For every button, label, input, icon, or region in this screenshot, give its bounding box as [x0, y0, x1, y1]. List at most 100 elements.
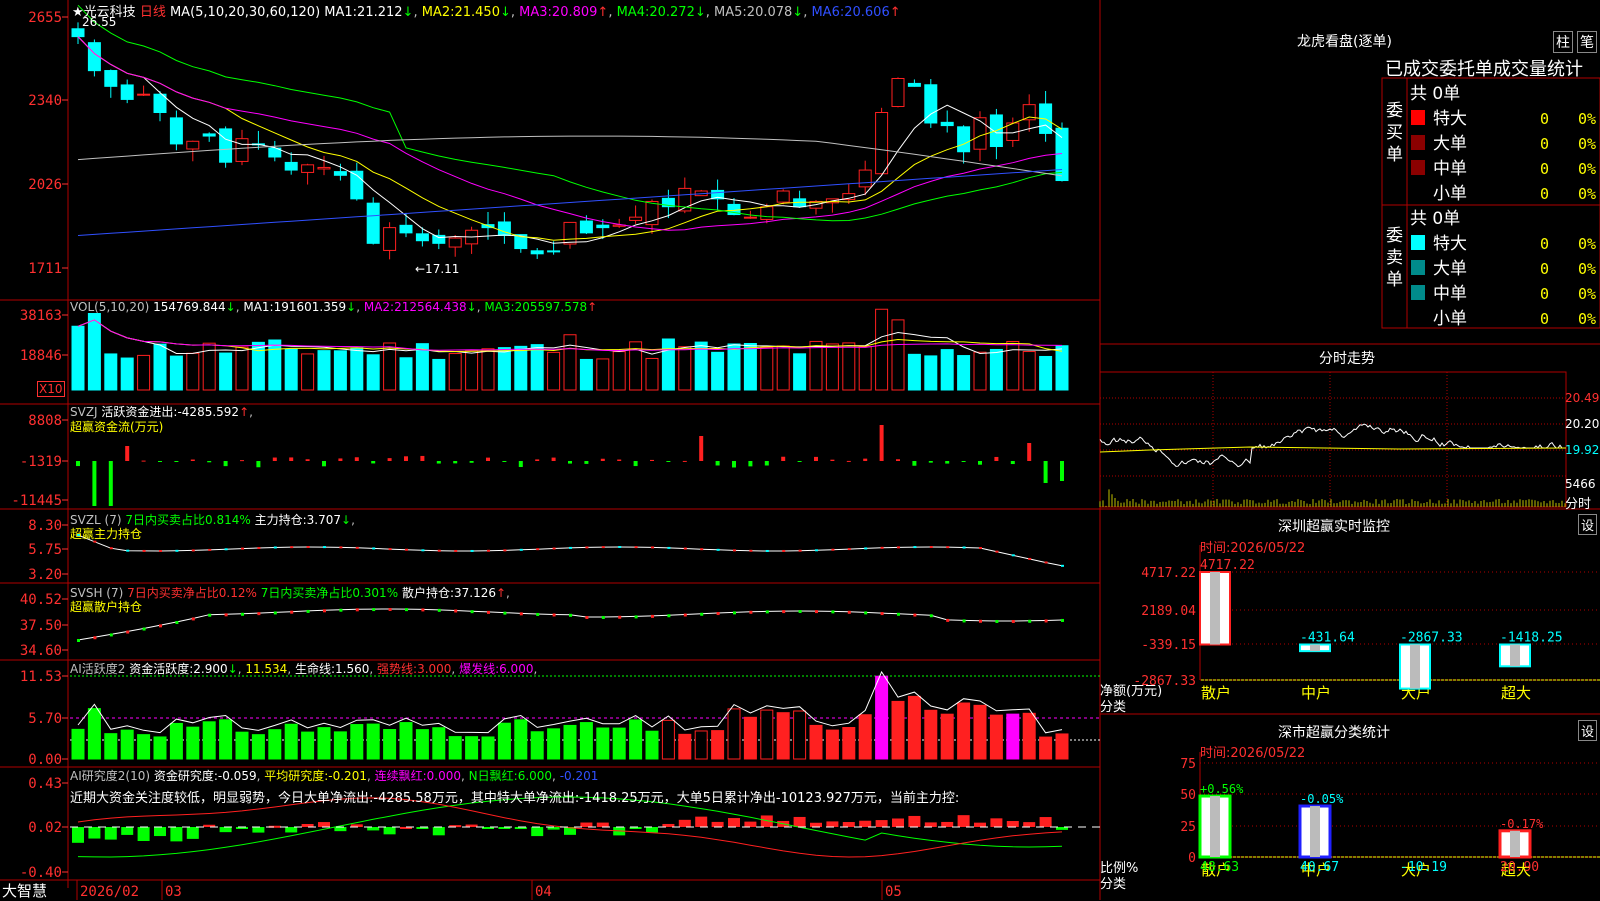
fenshi-price-low: 19.92: [1565, 443, 1600, 457]
sz-class-time-value: 2026/05/22: [1230, 746, 1306, 761]
ma1-label: MA1:: [324, 5, 358, 20]
fenshi-vol-label: 分时: [1565, 497, 1592, 512]
fenshi-price-mid: 20.20: [1565, 417, 1600, 431]
ma2-arrow: ↓: [499, 5, 511, 20]
fenshi-vol: 5466: [1565, 477, 1596, 491]
svzj-label: 活跃资金进出:: [101, 405, 178, 419]
ma2-label: MA2:: [421, 5, 455, 20]
vol-header: VOL(5,10,20) 154769.844↓, MA1:191601.359…: [70, 300, 598, 314]
svsh-t2: 7日内买卖净占比0.301%: [260, 586, 399, 600]
ma5-value: 20.078: [746, 5, 793, 20]
sz-class-time-label: 时间:: [1200, 746, 1231, 761]
fenshi-price-high: 20.49: [1565, 391, 1600, 405]
svzj-title: SVZJ: [70, 405, 98, 419]
vol-ma3-value: 205597.578: [514, 300, 588, 314]
ma4-value: 20.272: [649, 5, 695, 20]
vol-ma2-arrow: ↓: [466, 300, 477, 314]
ma1-arrow: ↓: [402, 5, 414, 20]
vol-ma3-arrow: ↑: [587, 300, 598, 314]
ai1-v4: 3.000: [417, 662, 452, 676]
ma3-arrow: ↑: [597, 5, 609, 20]
lhb-buy-title: 委买单: [1386, 101, 1403, 165]
svzl-arrow: ↓: [341, 513, 352, 527]
sz-monitor-settings[interactable]: 设: [1578, 514, 1598, 535]
lhb-tab-tick[interactable]: 笔: [1577, 31, 1597, 53]
ai1-a1: ↓: [227, 662, 238, 676]
ai1-v5: 6.000: [499, 662, 534, 676]
svzl-v2: 3.707: [306, 513, 342, 527]
ai2-t4: N日飘红:: [468, 769, 518, 783]
ma5-label: MA5:: [714, 5, 747, 20]
ai2-v2: -0.201: [328, 769, 367, 783]
ma6-arrow: ↑: [889, 5, 901, 20]
ai2-v3: 0.000: [426, 769, 462, 783]
ai2-title: AI研究度2(10): [70, 769, 151, 783]
vol-title: VOL(5,10,20): [70, 300, 150, 314]
lhb-tab-bar[interactable]: 柱: [1553, 31, 1573, 53]
ai2-v1: -0.059: [217, 769, 257, 783]
vol-unit: X10: [37, 381, 65, 397]
high-note: 26.55: [82, 15, 117, 29]
vol-ma1-label: MA1:: [243, 300, 274, 314]
svzl-t1: 7日内买卖占比0.814%: [125, 513, 251, 527]
ma6-label: MA6:: [811, 5, 845, 20]
ai1-t1: 资金活跃度:: [129, 662, 194, 676]
ai1-t5: 爆发线:: [459, 662, 500, 676]
vol-value: 154769.844: [153, 300, 226, 314]
ma4-label: MA4:: [616, 5, 650, 20]
svzj-value: -4285.592: [177, 405, 240, 419]
vol-ma3-label: MA3:: [484, 300, 515, 314]
ma2-value: 21.450: [454, 5, 500, 20]
sz-monitor-title: 深圳超赢实时监控: [1278, 519, 1390, 535]
ai1-v2: 11.534: [245, 662, 288, 676]
vol-ma1-arrow: ↓: [346, 300, 357, 314]
vol-ma1-value: 191601.359: [273, 300, 347, 314]
ai2-analysis-text: 近期大资金关注度较低，明显弱势，今日大单净流出:-4285.58万元，其中特大单…: [70, 791, 960, 806]
svzl-sub: 超赢主力持仓: [70, 527, 143, 541]
svsh-sub: 超赢散户持仓: [70, 600, 143, 614]
ma3-label: MA3:: [519, 5, 552, 20]
ai1-v3: 1.560: [335, 662, 370, 676]
sz-class-time: 时间:2026/05/22: [1200, 742, 1305, 761]
ai1-title: AI活跃度2: [70, 662, 126, 676]
ai1-t3: 生命线:: [294, 662, 336, 676]
price-header: ★光云科技 日线 MA(5,10,20,30,60,120) MA1:21.21…: [72, 5, 901, 20]
brand-label: 大智慧: [2, 882, 48, 900]
sz-monitor-time-value: 2026/05/22: [1230, 541, 1306, 556]
ai2-v5: -0.201: [559, 769, 599, 783]
vol-ma2-label: MA2:: [363, 300, 395, 314]
ma3-value: 20.809: [551, 5, 598, 20]
vol-ma2-value: 212564.438: [394, 300, 467, 314]
ma6-value: 20.606: [844, 5, 890, 20]
lhb-header: 已成交委托单成交量统计: [1385, 59, 1583, 80]
fenshi-title: 分时走势: [1319, 351, 1375, 367]
ma1-value: 21.212: [357, 5, 403, 20]
ma4-arrow: ↓: [694, 5, 706, 20]
sz-class-title: 深市超赢分类统计: [1278, 725, 1390, 741]
sz-monitor-xunit: 分类: [1100, 700, 1127, 715]
ai1-header: AI活跃度2 资金活跃度:2.900↓, 11.534, 生命线:1.560, …: [70, 662, 538, 676]
sz-class-xunit: 分类: [1100, 877, 1127, 892]
sz-class-settings[interactable]: 设: [1578, 720, 1598, 741]
ai2-t2: 平均研究度:: [264, 769, 329, 783]
svzj-arrow: ↑: [239, 405, 250, 419]
svzj-sub: 超赢资金流(万元): [70, 420, 164, 434]
ma-header: MA(5,10,20,30,60,120): [169, 5, 321, 20]
ai1-v1: 2.900: [193, 662, 228, 676]
sz-monitor-time-label: 时间:: [1200, 541, 1231, 556]
svsh-v3: 37.126: [453, 586, 496, 600]
ma5-arrow: ↓: [792, 5, 804, 20]
lhb-sell-title: 委卖单: [1386, 226, 1403, 290]
svsh-t1: 7日内买卖净占比0.12%: [127, 586, 257, 600]
lhb-title: 龙虎看盘(逐单): [1297, 34, 1392, 50]
ai2-v4: 6.000: [517, 769, 553, 783]
text-overlay: ★光云科技 日线 MA(5,10,20,30,60,120) MA1:21.21…: [0, 0, 1600, 900]
sz-monitor-time: 时间:2026/05/22: [1200, 537, 1305, 556]
svsh-t3: 散户持仓:: [401, 586, 454, 600]
ai1-t4: 强势线:: [377, 662, 418, 676]
period-label[interactable]: 日线: [140, 5, 166, 20]
svzl-t2: 主力持仓:: [254, 513, 307, 527]
ai2-t1: 资金研究度:: [153, 769, 218, 783]
ai2-t3: 连续飘红:: [374, 769, 427, 783]
ai2-header: AI研究度2(10) 资金研究度:-0.059, 平均研究度:-0.201, 连…: [70, 769, 599, 783]
